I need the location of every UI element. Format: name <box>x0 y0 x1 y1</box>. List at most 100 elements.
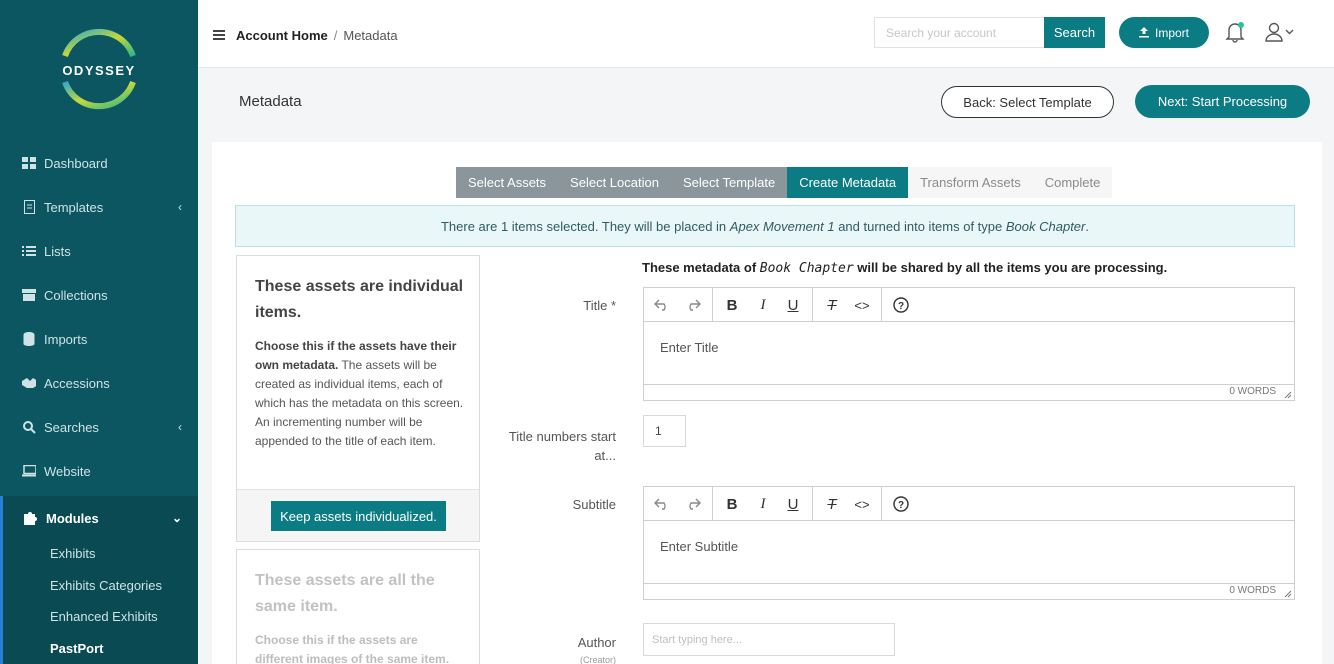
sidebar-subitem-pastport[interactable]: PastPort <box>50 641 103 656</box>
sidebar-item-imports[interactable]: Imports <box>0 317 198 361</box>
breadcrumb-separator: / <box>333 28 338 43</box>
title-number-start-input[interactable]: 1 <box>643 415 686 447</box>
option-individual-card: These assets are individual items. Choos… <box>236 255 480 542</box>
underline-icon[interactable]: U <box>778 288 808 322</box>
option-same-desc: Choose this if the assets are different … <box>255 631 465 664</box>
keep-individualized-button[interactable]: Keep assets individualized. <box>271 501 446 531</box>
subtitle-placeholder: Enter Subtitle <box>660 539 739 554</box>
bold-icon[interactable]: B <box>717 487 747 521</box>
info-banner: There are 1 items selected. They will be… <box>235 205 1295 247</box>
odyssey-logo[interactable]: ODYSSEY <box>56 26 142 112</box>
option-individual-desc: Choose this if the assets have their own… <box>255 337 465 451</box>
step-select-location[interactable]: Select Location <box>558 167 671 198</box>
sidebar-item-accessions[interactable]: Accessions <box>0 361 198 405</box>
option-same-title: These assets are all the same item. <box>255 572 435 615</box>
menu-icon[interactable] <box>213 30 225 40</box>
clear-format-icon[interactable]: T <box>817 487 847 521</box>
info-middle: and turned into items of type <box>838 218 1003 234</box>
chevron-left-icon: ‹ <box>178 420 182 434</box>
sidebar-item-label: Website <box>44 463 91 479</box>
word-count: 0 WORDS <box>1229 585 1276 596</box>
subtitle-editor[interactable]: B I U T <> ? Enter Subtitle 0 WORDS <box>643 486 1295 600</box>
sidebar-subitem-enhanced-exhibits[interactable]: Enhanced Exhibits <box>50 609 158 624</box>
breadcrumb-home[interactable]: Account Home <box>236 28 328 43</box>
next-button[interactable]: Next: Start Processing <box>1135 85 1310 118</box>
page-title: Metadata <box>239 93 302 110</box>
author-sublabel: (Creator) <box>579 655 616 664</box>
title-numbers-label: Title numbers start at... <box>508 429 616 463</box>
sidebar-subitem-exhibits[interactable]: Exhibits <box>50 546 96 561</box>
clear-format-icon[interactable]: T <box>817 288 847 322</box>
sidebar-item-website[interactable]: Website <box>0 449 198 493</box>
shared-metadata-note: These metadata of Book Chapter will be s… <box>642 260 1167 276</box>
list-icon <box>22 244 36 258</box>
sidebar-item-dashboard[interactable]: Dashboard <box>0 141 198 185</box>
sidebar-item-collections[interactable]: Collections <box>0 273 198 317</box>
word-count: 0 WORDS <box>1229 386 1276 397</box>
svg-text:?: ? <box>898 301 904 312</box>
box-icon <box>22 288 36 302</box>
title-editor[interactable]: B I U T <> ? Enter Title 0 WORDS <box>643 287 1295 401</box>
step-create-metadata[interactable]: Create Metadata <box>787 167 909 198</box>
redo-icon[interactable] <box>678 487 708 521</box>
resize-handle-icon[interactable] <box>1284 391 1292 399</box>
undo-icon[interactable] <box>647 288 677 322</box>
help-icon[interactable]: ? <box>886 288 916 322</box>
sidebar-item-label: Lists <box>44 243 71 259</box>
import-button[interactable]: Import <box>1119 17 1209 48</box>
chevron-down-icon <box>1285 29 1294 35</box>
author-label: Author <box>577 635 616 650</box>
shared-suffix: will be shared by all the items you are … <box>853 260 1168 275</box>
search-button[interactable]: Search <box>1044 17 1105 48</box>
underline-icon[interactable]: U <box>778 487 808 521</box>
sidebar-item-searches[interactable]: Searches ‹ <box>0 405 198 449</box>
title-label: Title * <box>583 298 616 313</box>
resize-handle-icon[interactable] <box>1284 590 1292 598</box>
sidebar-item-lists[interactable]: Lists <box>0 229 198 273</box>
sidebar-subitem-exhibits-categories[interactable]: Exhibits Categories <box>50 578 162 593</box>
code-icon[interactable]: <> <box>847 288 877 322</box>
puzzle-icon <box>24 511 38 525</box>
code-icon[interactable]: <> <box>847 487 877 521</box>
sidebar-item-label: Collections <box>44 287 108 303</box>
subtitle-label: Subtitle <box>572 497 616 512</box>
back-button[interactable]: Back: Select Template <box>941 86 1114 118</box>
undo-icon[interactable] <box>647 487 677 521</box>
search-input[interactable] <box>874 17 1044 48</box>
info-prefix: There are 1 items selected. They will be… <box>440 218 727 234</box>
svg-text:?: ? <box>898 500 904 511</box>
info-location: Apex Movement 1 <box>729 218 835 234</box>
italic-icon[interactable]: I <box>748 487 778 521</box>
search-icon <box>22 420 36 434</box>
info-type: Book Chapter <box>1005 218 1086 234</box>
dashboard-icon <box>22 156 36 170</box>
italic-icon[interactable]: I <box>748 288 778 322</box>
redo-icon[interactable] <box>678 288 708 322</box>
shared-prefix: These metadata of <box>642 260 760 275</box>
breadcrumb: Account Home / Metadata <box>236 28 398 43</box>
option-individual-footer: Keep assets individualized. <box>237 489 479 541</box>
upload-icon <box>1138 27 1149 38</box>
step-select-assets[interactable]: Select Assets <box>456 167 559 198</box>
user-menu[interactable] <box>1265 22 1294 42</box>
sidebar-item-modules[interactable]: Modules ⌄ <box>0 496 198 540</box>
sidebar-item-templates[interactable]: Templates ‹ <box>0 185 198 229</box>
option-same-card[interactable]: These assets are all the same item. Choo… <box>236 549 480 664</box>
user-icon <box>1265 22 1283 42</box>
logo-text: ODYSSEY <box>62 63 135 78</box>
topbar: Account Home / Metadata Search Import <box>198 0 1334 68</box>
chevron-left-icon: ‹ <box>178 200 182 214</box>
step-select-template[interactable]: Select Template <box>670 167 788 198</box>
database-icon <box>22 332 36 346</box>
bold-icon[interactable]: B <box>717 288 747 322</box>
sidebar-item-label: Accessions <box>44 375 110 391</box>
subtitle-toolbar: B I U T <> ? <box>644 487 1294 521</box>
sidebar-item-label: Templates <box>44 199 104 215</box>
step-complete: Complete <box>1032 167 1113 198</box>
title-toolbar: B I U T <> ? <box>644 288 1294 322</box>
author-input[interactable]: Start typing here... <box>643 623 895 656</box>
bell-icon[interactable] <box>1225 21 1245 43</box>
laptop-icon <box>22 464 36 478</box>
help-icon[interactable]: ? <box>886 487 916 521</box>
subtitle-word-count: 0 WORDS <box>644 583 1294 599</box>
